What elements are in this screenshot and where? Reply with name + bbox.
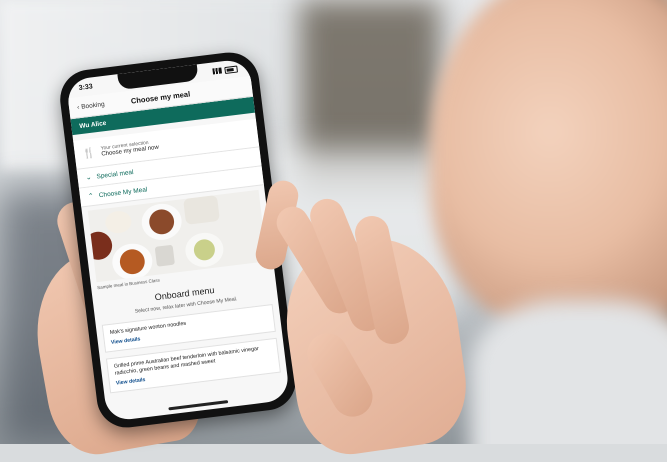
dish-dessert (183, 194, 220, 225)
status-time: 3:33 (78, 82, 94, 92)
signal-icon (212, 67, 223, 75)
cutlery-set (154, 244, 175, 267)
dish-chicken (110, 241, 155, 283)
dish-soup (87, 230, 114, 262)
dish-bread (104, 209, 133, 235)
chevron-up-icon: ⌃ (87, 192, 95, 201)
dish-salad (183, 230, 226, 270)
back-button[interactable]: ‹ Booking (69, 100, 105, 111)
chevron-left-icon: ‹ (76, 103, 80, 111)
passenger-name: Wu Alice (78, 119, 107, 130)
status-icons (212, 64, 238, 75)
accordion-label: Choose My Meal (98, 185, 148, 199)
cutlery-icon: 🍴 (82, 146, 96, 160)
dish-main (139, 201, 184, 243)
back-label: Booking (80, 100, 105, 111)
accordion-label: Special meal (96, 168, 134, 180)
person-shoulder (470, 300, 667, 444)
phone-screen: 3:33 ‹ Booking Choose my meal Wu Alice 🍴… (65, 58, 291, 422)
home-indicator (168, 400, 229, 411)
chevron-down-icon: ⌄ (85, 174, 93, 182)
person-head (430, 0, 667, 330)
battery-icon (224, 64, 238, 74)
